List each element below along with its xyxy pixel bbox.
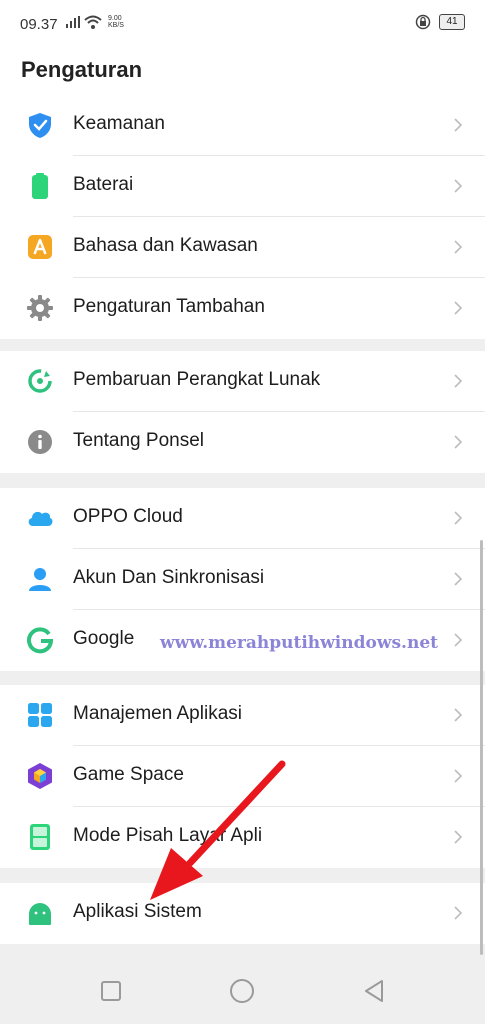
shield-icon (29, 113, 51, 138)
settings-item-baterai[interactable]: Baterai (0, 156, 485, 217)
chevron-right-icon (454, 301, 463, 315)
settings-item-label: Bahasa dan Kawasan (73, 235, 258, 256)
settings-item-label: Manajemen Aplikasi (73, 703, 242, 724)
chevron-right-icon (454, 179, 463, 193)
cloud-icon (28, 511, 53, 526)
status-left-icons: 9.00 KB/S (66, 15, 124, 29)
update-icon (28, 369, 52, 393)
chevron-right-icon (454, 830, 463, 844)
settings-item-label: Pengaturan Tambahan (73, 296, 265, 317)
recent-apps-icon[interactable] (96, 976, 126, 1006)
chevron-right-icon (454, 240, 463, 254)
settings-item-label: Keamanan (73, 113, 165, 134)
settings-item-label: Google (73, 628, 135, 649)
chevron-right-icon (454, 906, 463, 920)
apps-grid-icon (28, 703, 52, 727)
settings-item-keamanan[interactable]: Keamanan (0, 95, 485, 156)
settings-item-aplikasi-sistem[interactable]: Aplikasi Sistem (0, 883, 485, 944)
settings-item-label: Mode Pisah Layar Apli (73, 825, 263, 846)
chevron-right-icon (454, 633, 463, 647)
settings-item-label: OPPO Cloud (73, 506, 183, 527)
chevron-right-icon (454, 769, 463, 783)
settings-item-pembaruan[interactable]: Pembaruan Perangkat Lunak (0, 351, 485, 412)
settings-item-game-space[interactable]: Game Space (0, 746, 485, 807)
settings-item-mode-pisah-layar[interactable]: Mode Pisah Layar Apli (0, 807, 485, 868)
settings-item-label: Pembaruan Perangkat Lunak (73, 369, 321, 390)
battery-level: 41 (439, 14, 465, 30)
chevron-right-icon (454, 435, 463, 449)
wifi-icon (84, 15, 102, 29)
chevron-right-icon (454, 118, 463, 132)
settings-item-label: Baterai (73, 174, 134, 195)
net-speed: 9.00 KB/S (108, 15, 124, 29)
settings-item-bahasa[interactable]: Bahasa dan Kawasan (0, 217, 485, 278)
google-icon (27, 627, 54, 654)
scrollbar-thumb[interactable] (480, 540, 483, 955)
settings-item-akun[interactable]: Akun Dan Sinkronisasi (0, 549, 485, 610)
settings-item-tentang-ponsel[interactable]: Tentang Ponsel (0, 412, 485, 473)
account-icon (29, 568, 51, 591)
android-icon (29, 903, 51, 925)
battery-icon (32, 173, 48, 199)
chevron-right-icon (454, 374, 463, 388)
settings-item-oppo-cloud[interactable]: OPPO Cloud (0, 488, 485, 549)
settings-item-label: Aplikasi Sistem (73, 901, 202, 922)
settings-group-1: Keamanan Baterai Bahasa dan Kawasan Peng… (0, 95, 485, 339)
chevron-right-icon (454, 572, 463, 586)
info-icon (28, 430, 52, 454)
status-bar: 09.37 9.00 KB/S 41 (0, 0, 485, 48)
status-time: 09.37 (20, 16, 58, 33)
settings-group-5: Aplikasi Sistem (0, 883, 485, 944)
game-space-icon (28, 763, 52, 789)
language-icon (28, 235, 52, 259)
chevron-right-icon (454, 511, 463, 525)
chevron-right-icon (454, 708, 463, 722)
rotation-lock-icon (415, 14, 431, 30)
page-title: Pengaturan (21, 57, 143, 82)
settings-item-label: Game Space (73, 764, 184, 785)
header: Pengaturan (0, 48, 485, 100)
home-icon[interactable] (227, 976, 257, 1006)
settings-group-4: Manajemen Aplikasi Game Space Mode Pisah… (0, 685, 485, 868)
split-screen-icon (30, 824, 50, 850)
signal-icon (66, 16, 80, 28)
net-speed-value: 9.00 (108, 15, 122, 22)
settings-item-manajemen-aplikasi[interactable]: Manajemen Aplikasi (0, 685, 485, 746)
back-icon[interactable] (359, 976, 389, 1006)
settings-item-label: Akun Dan Sinkronisasi (73, 567, 265, 588)
settings-item-pengaturan-tambahan[interactable]: Pengaturan Tambahan (0, 278, 485, 339)
status-right-icons: 41 (415, 14, 465, 30)
settings-group-2: Pembaruan Perangkat Lunak Tentang Ponsel (0, 351, 485, 473)
watermark-text: www.merahputihwindows.net (160, 633, 438, 653)
navigation-bar (0, 958, 485, 1024)
net-speed-unit: KB/S (108, 22, 124, 29)
gear-icon (27, 295, 53, 321)
settings-item-label: Tentang Ponsel (73, 430, 204, 451)
